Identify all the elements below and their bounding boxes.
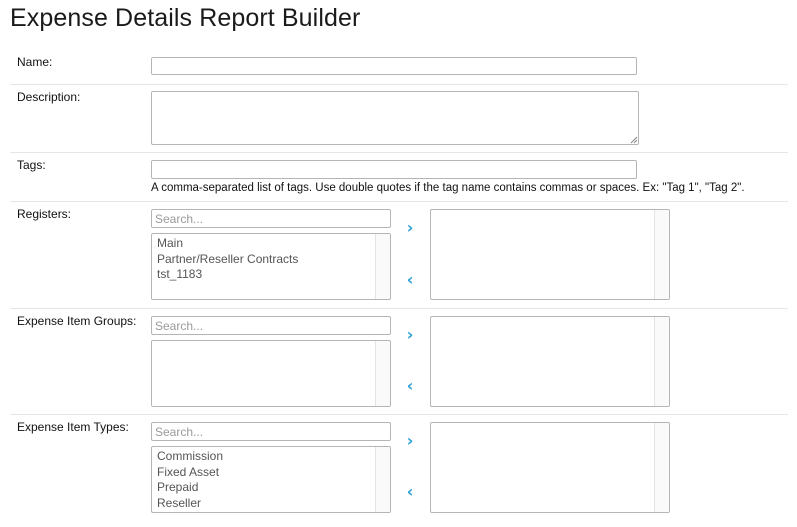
list-option[interactable]: Commission xyxy=(152,449,390,465)
list-option[interactable]: Reseller xyxy=(152,496,390,512)
registers-available-options: Main Partner/Reseller Contracts tst_1183 xyxy=(152,234,390,283)
registers-remove-chevron-left-icon[interactable]: ‹ xyxy=(402,272,418,288)
expense-item-groups-row: Expense Item Groups: › ‹ xyxy=(10,309,788,415)
resize-grip-icon[interactable] xyxy=(630,136,638,144)
registers-selected-list[interactable] xyxy=(430,209,670,300)
name-row: Name: xyxy=(10,48,788,85)
list-option[interactable]: Prepaid xyxy=(152,480,390,496)
expense-item-types-label: Expense Item Types: xyxy=(17,420,129,434)
tags-label: Tags: xyxy=(17,158,46,172)
registers-search-input[interactable] xyxy=(151,209,391,228)
expense-item-groups-selected-options xyxy=(431,317,669,319)
list-option[interactable]: Partner/Reseller Contracts xyxy=(152,252,390,268)
registers-label: Registers: xyxy=(17,207,72,221)
tags-help-text: A comma-separated list of tags. Use doub… xyxy=(151,182,745,194)
expense-item-groups-remove-chevron-left-icon[interactable]: ‹ xyxy=(402,378,418,394)
registers-selected-options xyxy=(431,210,669,212)
registers-row: Registers: MainPartner/Reseller Contract… xyxy=(10,202,788,309)
tags-row: Tags: A comma-separated list of tags. Us… xyxy=(10,153,788,202)
expense-item-groups-selected-scrollbar[interactable] xyxy=(654,317,669,406)
expense-item-groups-available-list[interactable] xyxy=(151,340,391,407)
expense-item-groups-available-options xyxy=(152,341,390,343)
registers-selected-scrollbar[interactable] xyxy=(654,210,669,299)
expense-item-groups-selected-list[interactable] xyxy=(430,316,670,407)
expense-item-types-available-list[interactable]: Commission Fixed Asset Prepaid Reseller xyxy=(151,446,391,513)
name-input[interactable] xyxy=(151,57,637,75)
tags-input[interactable] xyxy=(151,160,637,179)
expense-item-groups-available-scrollbar[interactable] xyxy=(375,341,390,406)
expense-item-types-selected-options xyxy=(431,423,669,425)
description-textarea[interactable] xyxy=(151,91,639,145)
registers-add-chevron-right-icon[interactable]: › xyxy=(402,220,418,236)
expense-item-types-available-scrollbar[interactable] xyxy=(375,447,390,512)
expense-item-types-search-input[interactable] xyxy=(151,422,391,441)
name-label: Name: xyxy=(17,55,53,69)
expense-item-types-selected-scrollbar[interactable] xyxy=(654,423,669,512)
page-title: Expense Details Report Builder xyxy=(10,4,361,32)
list-option[interactable]: tst_1183 xyxy=(152,267,390,283)
expense-item-groups-label: Expense Item Groups: xyxy=(17,314,137,328)
list-option[interactable]: Main xyxy=(152,236,390,252)
description-label: Description: xyxy=(17,90,81,104)
registers-available-scrollbar[interactable] xyxy=(375,234,390,299)
expense-item-types-available-options: Commission Fixed Asset Prepaid Reseller xyxy=(152,447,390,511)
description-row: Description: xyxy=(10,85,788,153)
list-option[interactable]: Fixed Asset xyxy=(152,465,390,481)
expense-item-types-row: Expense Item Types: CommissionFixed Asse… xyxy=(10,415,788,527)
expense-item-groups-add-chevron-right-icon[interactable]: › xyxy=(402,327,418,343)
expense-item-types-add-chevron-right-icon[interactable]: › xyxy=(402,433,418,449)
registers-available-list[interactable]: Main Partner/Reseller Contracts tst_1183 xyxy=(151,233,391,300)
expense-item-groups-search-input[interactable] xyxy=(151,316,391,335)
expense-item-types-selected-list[interactable] xyxy=(430,422,670,513)
expense-item-types-remove-chevron-left-icon[interactable]: ‹ xyxy=(402,484,418,500)
